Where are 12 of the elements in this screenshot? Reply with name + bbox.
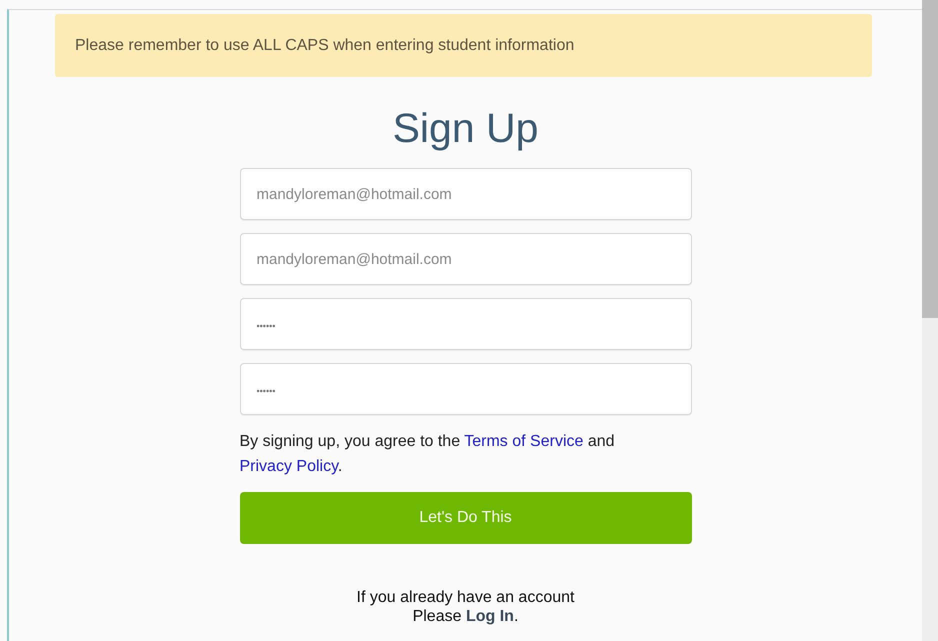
password-field[interactable]: ••••••: [240, 298, 692, 350]
terms-text: By signing up, you agree to the Terms of Service and Privacy Policy.: [240, 432, 616, 477]
login-text: If you already have an account Please Log In.: [356, 588, 574, 626]
login-link[interactable]: Log In: [466, 608, 514, 625]
page-title: Sign Up: [392, 105, 538, 152]
email-field[interactable]: mandyloreman@hotmail.com: [240, 233, 692, 285]
password-field[interactable]: ••••••: [240, 363, 692, 415]
policy-link[interactable]: Privacy Policy: [240, 458, 338, 475]
alert-banner: Please remember to use ALL CAPS when entering student information: [55, 14, 872, 77]
scrollbar[interactable]: [922, 0, 938, 641]
email-field[interactable]: mandyloreman@hotmail.com: [240, 168, 692, 220]
policy-link[interactable]: Terms of Service: [464, 433, 584, 450]
